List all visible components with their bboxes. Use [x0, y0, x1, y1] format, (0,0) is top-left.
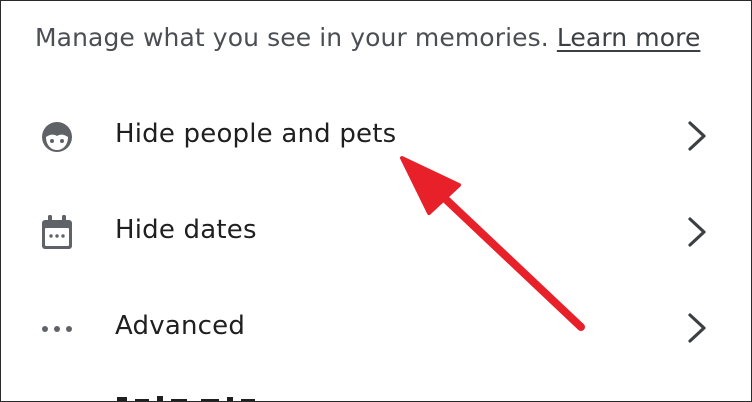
memories-description: Manage what you see in your memories. Le… — [35, 23, 700, 52]
menu-item-label: Hide dates — [115, 215, 257, 245]
chevron-right-icon — [683, 119, 711, 153]
more-horiz-icon — [37, 309, 77, 349]
memories-settings-panel: Manage what you see in your memories. Le… — [0, 0, 752, 402]
next-item-partial — [111, 387, 271, 401]
calendar-icon — [37, 213, 77, 253]
description-text: Manage what you see in your memories. — [35, 23, 549, 52]
learn-more-link[interactable]: Learn more — [557, 23, 701, 52]
chevron-right-icon — [683, 215, 711, 249]
menu-item-label: Advanced — [115, 311, 246, 341]
menu-item-hide-people-and-pets[interactable]: Hide people and pets — [1, 97, 751, 177]
menu-item-hide-dates[interactable]: Hide dates — [1, 193, 751, 273]
menu-item-advanced[interactable]: Advanced — [1, 289, 751, 369]
chevron-right-icon — [683, 311, 711, 345]
face-icon — [37, 117, 77, 157]
menu-item-label: Hide people and pets — [115, 119, 397, 149]
